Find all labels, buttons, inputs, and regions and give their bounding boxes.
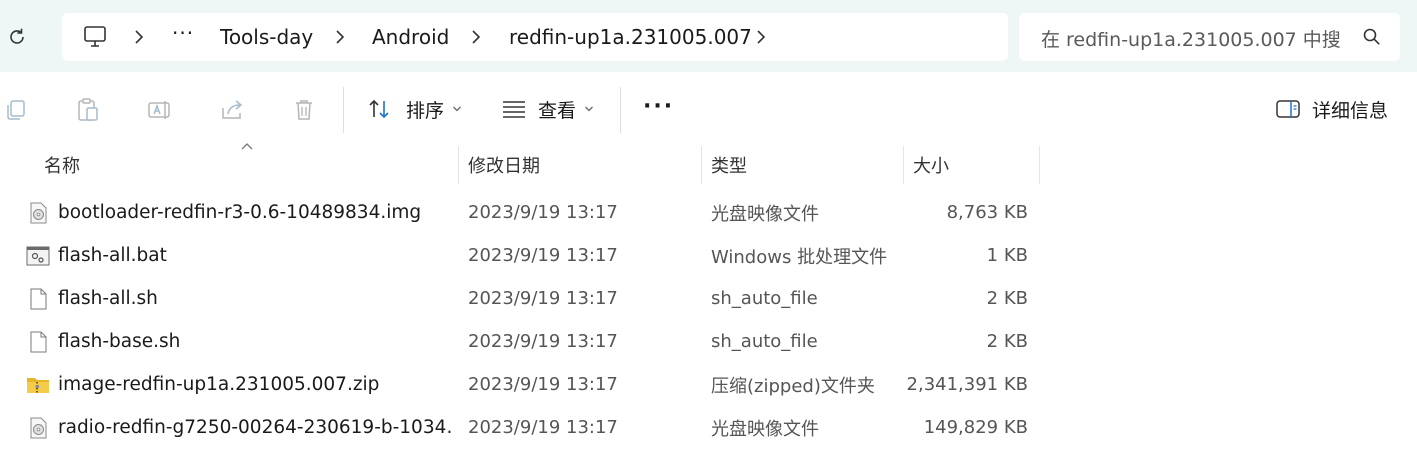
column-header-date[interactable]: 修改日期 (460, 146, 701, 184)
file-row[interactable]: flash-base.sh 2023/9/19 13:17 sh_auto_fi… (14, 320, 1044, 363)
column-header-type[interactable]: 类型 (703, 146, 903, 184)
file-size: 149,829 KB (923, 417, 1028, 438)
file-size: 1 KB (986, 245, 1028, 266)
file-type: sh_auto_file (711, 288, 818, 309)
share-icon (222, 100, 243, 119)
file-name[interactable]: bootloader-redfin-r3-0.6-10489834.img (58, 191, 454, 234)
file-size: 2 KB (986, 331, 1028, 352)
copy-icon (7, 100, 25, 120)
file-name[interactable]: flash-base.sh (58, 320, 454, 363)
file-date: 2023/9/19 13:17 (468, 417, 618, 438)
disc-image-icon (30, 417, 47, 439)
file-name[interactable]: flash-all.bat (58, 234, 454, 277)
blank-file-icon (30, 331, 47, 353)
file-type: 光盘映像文件 (711, 418, 819, 440)
blank-file-icon (30, 288, 47, 310)
view-label: 查看 (538, 99, 577, 122)
paste-button[interactable] (74, 96, 102, 124)
details-pane-button[interactable]: 详细信息 (1276, 92, 1388, 126)
delete-button[interactable] (290, 96, 318, 124)
file-row[interactable]: bootloader-redfin-r3-0.6-10489834.img 20… (14, 191, 1044, 234)
refresh-icon (10, 28, 24, 44)
clipboard-icon (78, 98, 98, 121)
share-button[interactable] (219, 96, 247, 124)
chevron-right-icon[interactable] (333, 27, 347, 47)
sort-button[interactable]: 排序 (368, 92, 462, 126)
file-size: 2,341,391 KB (906, 374, 1028, 395)
rename-icon (148, 101, 170, 119)
breadcrumb-overflow[interactable]: ··· (172, 21, 194, 45)
file-type: sh_auto_file (711, 331, 818, 352)
this-pc-icon[interactable] (82, 25, 108, 49)
sort-label: 排序 (406, 99, 445, 122)
column-divider[interactable] (903, 146, 904, 184)
search-input[interactable]: 在 redfin-up1a.231005.007 中搜索 (1041, 25, 1341, 52)
chevron-down-icon (585, 106, 593, 112)
breadcrumb-redfin[interactable]: redfin-up1a.231005.007 (509, 25, 752, 49)
file-date: 2023/9/19 13:17 (468, 202, 618, 223)
rename-button[interactable] (146, 96, 174, 124)
sort-icon (369, 99, 389, 119)
more-options-button[interactable]: ··· (643, 94, 674, 119)
column-divider[interactable] (701, 146, 702, 184)
file-date: 2023/9/19 13:17 (468, 245, 618, 266)
file-size: 2 KB (986, 288, 1028, 309)
chevron-down-icon (453, 106, 461, 112)
view-button[interactable]: 查看 (502, 92, 594, 126)
chevron-right-icon[interactable] (469, 27, 483, 47)
search-box[interactable]: 在 redfin-up1a.231005.007 中搜索 (1019, 13, 1400, 61)
file-row[interactable]: radio-redfin-g7250-00264-230619-b-1034… … (14, 406, 1044, 449)
chevron-right-icon[interactable] (754, 27, 768, 47)
file-type: Windows 批处理文件 (711, 246, 888, 268)
zip-folder-icon (27, 378, 49, 393)
file-name[interactable]: flash-all.sh (58, 277, 454, 320)
breadcrumb-android[interactable]: Android (372, 25, 449, 49)
details-label: 详细信息 (1312, 99, 1389, 122)
column-header-size[interactable]: 大小 (905, 146, 1039, 184)
chevron-right-icon[interactable] (132, 27, 146, 47)
file-row[interactable]: image-redfin-up1a.231005.007.zip 2023/9/… (14, 363, 1044, 406)
column-divider[interactable] (458, 146, 459, 184)
details-pane-icon (1276, 100, 1300, 118)
file-type: 压缩(zipped)文件夹 (711, 375, 875, 397)
navigation-bar: ··· Tools-day Android redfin-up1a.231005… (0, 0, 1417, 72)
disc-image-icon (30, 202, 47, 224)
batch-file-icon (26, 246, 50, 266)
copy-button[interactable] (2, 96, 30, 124)
file-type: 光盘映像文件 (711, 203, 819, 225)
column-divider[interactable] (1039, 146, 1040, 184)
file-row[interactable]: flash-all.sh 2023/9/19 13:17 sh_auto_fil… (14, 277, 1044, 320)
breadcrumb-tools-day[interactable]: Tools-day (220, 25, 313, 49)
file-date: 2023/9/19 13:17 (468, 374, 618, 395)
file-name[interactable]: radio-redfin-g7250-00264-230619-b-1034… (58, 406, 454, 449)
toolbar-divider (620, 87, 621, 133)
column-header-name[interactable]: 名称 (36, 146, 458, 184)
file-date: 2023/9/19 13:17 (468, 288, 618, 309)
address-bar[interactable]: ··· Tools-day Android redfin-up1a.231005… (62, 13, 1008, 61)
trash-icon (296, 100, 312, 120)
file-size: 8,763 KB (946, 202, 1028, 223)
toolbar-divider (343, 87, 344, 133)
file-date: 2023/9/19 13:17 (468, 331, 618, 352)
command-bar: 排序 查看 ··· 详细信息 (0, 72, 1417, 146)
refresh-button[interactable] (4, 24, 30, 50)
file-row[interactable]: flash-all.bat 2023/9/19 13:17 Windows 批处… (14, 234, 1044, 277)
search-icon[interactable] (1362, 27, 1382, 47)
view-list-icon (503, 101, 525, 118)
file-name[interactable]: image-redfin-up1a.231005.007.zip (58, 363, 454, 406)
